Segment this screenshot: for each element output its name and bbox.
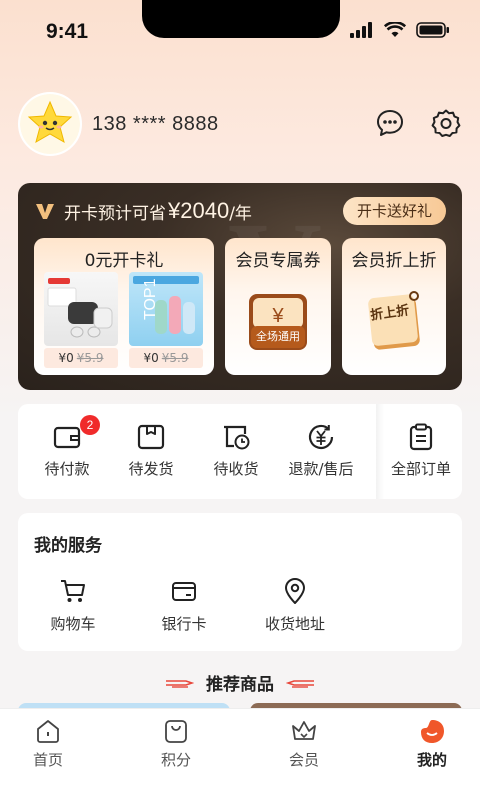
phone-number: 138 **** 8888 <box>92 113 219 135</box>
wallet-icon <box>53 426 81 449</box>
order-label: 退款/售后 <box>288 460 354 478</box>
order-label: 待收货 <box>213 460 259 478</box>
clipboard-icon <box>409 423 433 451</box>
coupon-box-label: 全场通用 <box>256 330 300 343</box>
star-mascot-icon <box>20 94 80 154</box>
bottom-tab-bar: 首页 积分 会员 我的 <box>0 708 480 800</box>
member-coupon-tile[interactable]: 会员专属券 ¥ 全场通用 <box>225 238 331 375</box>
signal-icon <box>350 22 372 38</box>
settings-button[interactable] <box>430 107 462 139</box>
order-pending-shipment[interactable]: 待发货 <box>108 404 194 499</box>
chat-bubble-icon <box>377 110 403 136</box>
order-pending-payment[interactable]: 待付款 2 <box>24 404 110 499</box>
member-coupon-title: 会员专属券 <box>235 251 321 271</box>
earbuds-icon <box>47 278 113 338</box>
price-tag: ¥0 ¥5.9 <box>129 348 203 368</box>
tab-member[interactable]: 会员 <box>274 717 334 770</box>
wifi-icon <box>384 22 406 37</box>
tab-label: 积分 <box>160 751 191 769</box>
zero-gift-tile[interactable]: 0元开卡礼 TOP1 ¥0 ¥5.9 ¥0 ¥5.9 <box>34 238 214 375</box>
price-value: ¥0 <box>58 351 74 365</box>
left-ornament-icon <box>166 679 194 688</box>
vip-card[interactable]: V 开卡预计可省 ¥2040 /年 开卡送好礼 0元开卡礼 TOP1 <box>18 183 462 390</box>
my-services-card: 我的服务 购物车 银行卡 收货地址 <box>18 513 462 651</box>
shopping-bag-icon <box>165 720 187 743</box>
top-actions <box>374 107 462 139</box>
price-tag: ¥0 ¥5.9 <box>44 348 118 368</box>
home-icon <box>37 720 59 743</box>
tab-mine[interactable]: 我的 <box>402 717 462 770</box>
tab-points[interactable]: 积分 <box>146 717 206 770</box>
profile-blob-icon <box>421 720 444 743</box>
cart-icon <box>61 580 85 602</box>
recommend-title: 推荐商品 <box>206 675 274 695</box>
bank-card-icon <box>172 582 196 601</box>
zero-gift-title: 0元开卡礼 <box>84 251 164 271</box>
avatar[interactable] <box>18 92 82 156</box>
vip-header: 开卡预计可省 ¥2040 /年 <box>34 197 252 225</box>
price-value: ¥0 <box>143 351 159 365</box>
order-refund[interactable]: 退款/售后 <box>278 404 364 499</box>
service-address[interactable]: 收货地址 <box>250 577 340 634</box>
order-label: 待付款 <box>44 460 90 478</box>
location-pin-icon <box>285 578 305 604</box>
status-bar: 9:41 <box>0 0 480 60</box>
service-label: 银行卡 <box>161 615 207 633</box>
vip-gift-button[interactable]: 开卡送好礼 <box>342 197 446 225</box>
profile-header: 138 **** 8888 <box>18 92 462 156</box>
pending-payment-badge: 2 <box>80 415 100 435</box>
refund-yen-icon <box>308 424 334 450</box>
vip-save-amount: ¥2040 <box>168 198 230 223</box>
bottles-icon: TOP1 <box>133 276 199 334</box>
status-icons <box>350 22 450 38</box>
old-price: ¥5.9 <box>76 351 104 365</box>
notch <box>142 0 340 38</box>
bottle-product-image[interactable]: TOP1 <box>129 272 203 346</box>
tab-label: 会员 <box>288 751 319 769</box>
service-label: 购物车 <box>50 615 96 633</box>
recommend-heading: 推荐商品 <box>0 670 480 695</box>
vip-save-unit: /年 <box>229 203 252 224</box>
service-bank-card[interactable]: 银行卡 <box>139 577 229 634</box>
gear-icon <box>431 109 461 137</box>
earbuds-product-image[interactable] <box>44 272 118 346</box>
tab-home[interactable]: 首页 <box>18 717 78 770</box>
vip-save-title: 开卡预计可省 <box>64 203 166 224</box>
member-discount-title: 会员折上折 <box>351 251 437 271</box>
old-price: ¥5.9 <box>161 351 189 365</box>
status-time: 9:41 <box>46 20 89 43</box>
right-ornament-icon <box>286 679 314 688</box>
order-all[interactable]: 全部订单 <box>378 404 464 499</box>
order-label: 待发货 <box>128 460 174 478</box>
yen-symbol: ¥ <box>271 305 284 327</box>
vip-v-icon <box>36 204 54 219</box>
order-status-bar: 待付款 2 待发货 待收货 退款/售后 全部订单 <box>18 404 462 499</box>
services-title: 我的服务 <box>34 536 102 556</box>
delivery-clock-icon <box>224 425 250 450</box>
crown-icon <box>292 721 316 740</box>
tab-label: 我的 <box>416 751 447 769</box>
service-label: 收货地址 <box>264 615 325 633</box>
box-icon <box>137 424 165 450</box>
message-button[interactable] <box>374 107 406 139</box>
member-discount-tile[interactable]: 会员折上折 折上折 <box>342 238 446 375</box>
tab-label: 首页 <box>32 751 63 769</box>
order-label: 全部订单 <box>390 460 451 478</box>
service-cart[interactable]: 购物车 <box>28 577 118 634</box>
order-pending-receipt[interactable]: 待收货 <box>193 404 279 499</box>
battery-icon <box>416 22 449 38</box>
